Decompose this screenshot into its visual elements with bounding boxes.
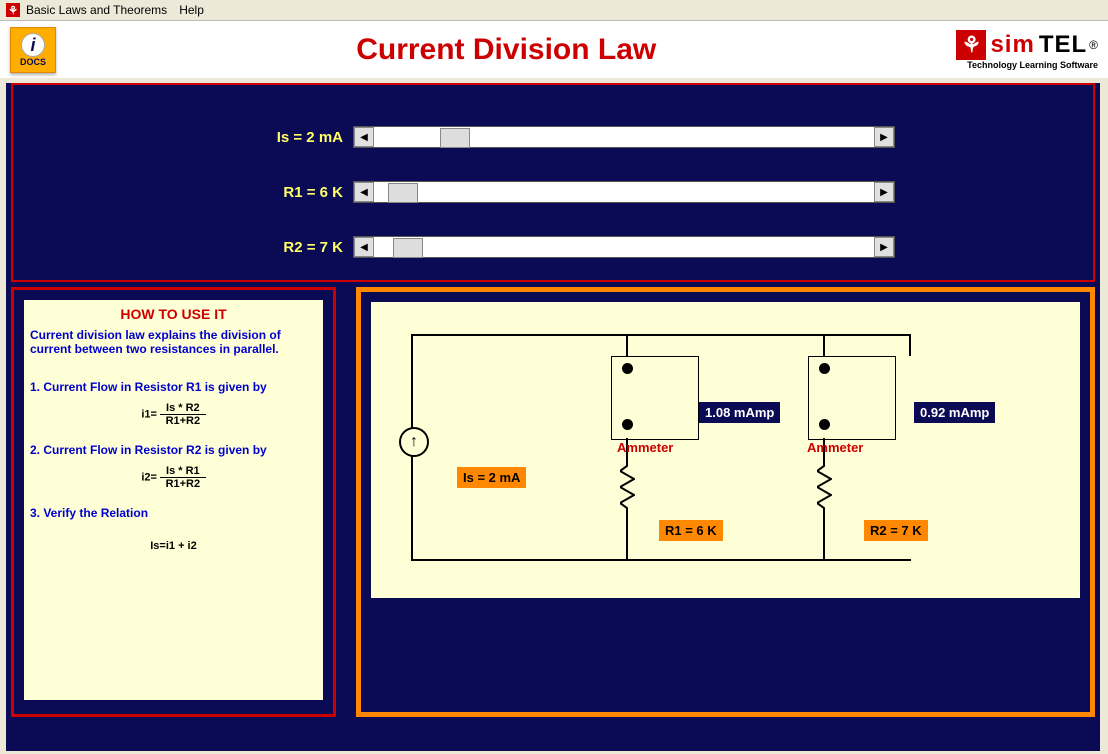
menubar: ⚘ Basic Laws and Theorems Help xyxy=(0,0,1108,21)
logo-tel: TEL xyxy=(1039,31,1087,59)
ammeter-terminal-icon xyxy=(819,363,830,374)
scrollbar-is[interactable]: ◀ ▶ xyxy=(353,126,895,148)
relation: Is=i1 + i2 xyxy=(30,540,317,552)
wire xyxy=(823,334,825,356)
scrollbar-left-arrow-icon[interactable]: ◀ xyxy=(354,182,374,202)
scrollbar-right-arrow-icon[interactable]: ▶ xyxy=(874,237,894,257)
wire xyxy=(909,334,911,356)
scrollbar-thumb[interactable] xyxy=(388,183,418,203)
formula-den: R1+R2 xyxy=(166,415,201,427)
value-is: Is = 2 mA xyxy=(457,467,526,488)
logo-sim: sim xyxy=(990,31,1034,59)
ammeter-terminal-icon xyxy=(622,419,633,430)
resistor-r1-icon xyxy=(620,462,635,512)
resistor-r2-icon xyxy=(817,462,832,512)
info-icon: i xyxy=(21,33,45,57)
menu-title[interactable]: Basic Laws and Theorems xyxy=(26,3,167,17)
scrollbar-r1[interactable]: ◀ ▶ xyxy=(353,181,895,203)
app-icon: ⚘ xyxy=(6,3,20,17)
howto-inner: HOW TO USE IT Current division law expla… xyxy=(24,300,323,700)
circuit-panel: ↑ xyxy=(356,287,1095,717)
param-row-is: Is = 2 mA ◀ ▶ xyxy=(253,125,895,149)
ammeter-2-label: Ammeter xyxy=(807,440,863,455)
scrollbar-track[interactable] xyxy=(374,238,874,256)
formula-lhs: i2= xyxy=(141,471,157,483)
param-row-r2: R2 = 7 K ◀ ▶ xyxy=(253,235,895,259)
ammeter-1 xyxy=(611,356,699,440)
ammeter-2 xyxy=(808,356,896,440)
parameter-panel: Is = 2 mA ◀ ▶ R1 = 6 K ◀ ▶ R2 = 7 K ◀ ▶ xyxy=(11,83,1095,282)
page-title: Current Division Law xyxy=(356,33,656,67)
scrollbar-left-arrow-icon[interactable]: ◀ xyxy=(354,127,374,147)
howto-title: HOW TO USE IT xyxy=(30,306,317,322)
howto-step2: 2. Current Flow in Resistor R2 is given … xyxy=(30,443,317,457)
ammeter-1-label: Ammeter xyxy=(617,440,673,455)
param-row-r1: R1 = 6 K ◀ ▶ xyxy=(253,180,895,204)
docs-button[interactable]: i DOCS xyxy=(10,27,56,73)
wire xyxy=(411,559,911,561)
readout-ammeter-1: 1.08 mAmp xyxy=(699,402,780,423)
scrollbar-track[interactable] xyxy=(374,183,874,201)
menu-help[interactable]: Help xyxy=(179,3,204,17)
formula-lhs: i1= xyxy=(141,408,157,420)
scrollbar-right-arrow-icon[interactable]: ▶ xyxy=(874,127,894,147)
howto-description: Current division law explains the divisi… xyxy=(30,328,317,356)
wire xyxy=(823,512,825,560)
main-body: Is = 2 mA ◀ ▶ R1 = 6 K ◀ ▶ R2 = 7 K ◀ ▶ xyxy=(6,83,1100,751)
logo-tagline: Technology Learning Software xyxy=(967,60,1098,70)
logo-reg: ® xyxy=(1089,38,1098,52)
param-label-is: Is = 2 mA xyxy=(253,129,343,146)
param-label-r1: R1 = 6 K xyxy=(253,184,343,201)
scrollbar-r2[interactable]: ◀ ▶ xyxy=(353,236,895,258)
scrollbar-track[interactable] xyxy=(374,128,874,146)
value-r2: R2 = 7 K xyxy=(864,520,928,541)
formula-i2: i2= Is * R1 R1+R2 xyxy=(30,465,317,490)
howto-step3: 3. Verify the Relation xyxy=(30,506,317,520)
ammeter-terminal-icon xyxy=(819,419,830,430)
formula-num: Is * R2 xyxy=(160,402,206,415)
circuit-canvas: ↑ xyxy=(371,302,1080,598)
formula-num: Is * R1 xyxy=(160,465,206,478)
value-r1: R1 = 6 K xyxy=(659,520,723,541)
howto-step1: 1. Current Flow in Resistor R1 is given … xyxy=(30,380,317,394)
wire xyxy=(626,512,628,560)
logo: ⚘ simTEL ® Technology Learning Software xyxy=(956,30,1098,70)
header-bar: i DOCS Current Division Law ⚘ simTEL ® T… xyxy=(0,21,1108,78)
wire xyxy=(411,334,911,336)
howto-panel: HOW TO USE IT Current division law expla… xyxy=(11,287,336,717)
readout-ammeter-2: 0.92 mAmp xyxy=(914,402,995,423)
scrollbar-left-arrow-icon[interactable]: ◀ xyxy=(354,237,374,257)
logo-mark-icon: ⚘ xyxy=(956,30,986,60)
current-source-icon: ↑ xyxy=(399,427,429,457)
bottom-row: HOW TO USE IT Current division law expla… xyxy=(11,287,1095,717)
formula-den: R1+R2 xyxy=(166,478,201,490)
param-label-r2: R2 = 7 K xyxy=(253,239,343,256)
docs-label: DOCS xyxy=(20,57,46,67)
ammeter-terminal-icon xyxy=(622,363,633,374)
scrollbar-thumb[interactable] xyxy=(440,128,470,148)
wire xyxy=(626,334,628,356)
scrollbar-right-arrow-icon[interactable]: ▶ xyxy=(874,182,894,202)
scrollbar-thumb[interactable] xyxy=(393,238,423,258)
formula-i1: i1= Is * R2 R1+R2 xyxy=(30,402,317,427)
